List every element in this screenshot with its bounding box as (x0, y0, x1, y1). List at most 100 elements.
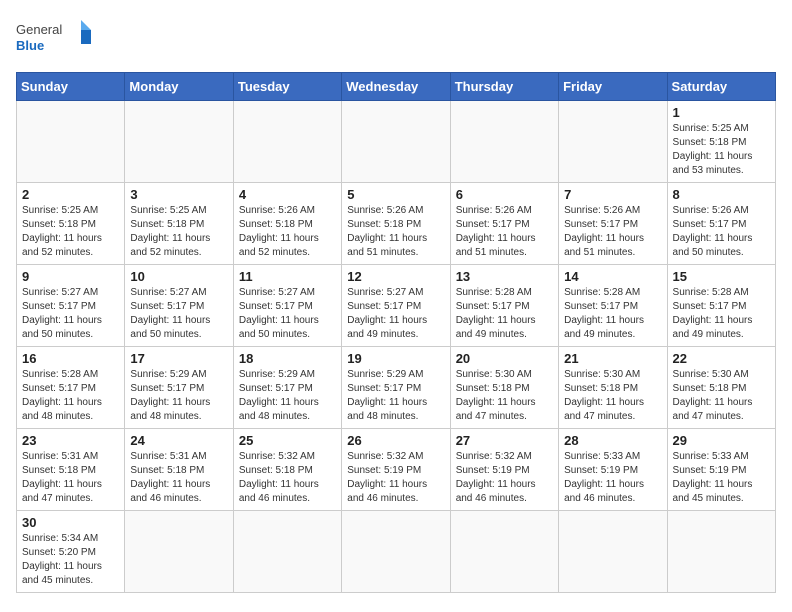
calendar-cell: 20 Sunrise: 5:30 AMSunset: 5:18 PMDayligh… (450, 347, 558, 429)
day-info: Sunrise: 5:26 AMSunset: 5:17 PMDaylight:… (456, 204, 553, 260)
day-number: 11 (239, 269, 336, 284)
day-of-week-friday: Friday (559, 73, 667, 101)
day-number: 5 (347, 187, 444, 202)
calendar-cell (125, 101, 233, 183)
day-of-week-thursday: Thursday (450, 73, 558, 101)
calendar-cell: 11Sunrise: 5:27 AMSunset: 5:17 PMDayligh… (233, 265, 341, 347)
logo-svg: General Blue (16, 16, 96, 60)
calendar-week-row: 23 Sunrise: 5:31 AMSunset: 5:18 PMDayligh… (17, 429, 776, 511)
svg-text:General: General (16, 22, 62, 37)
calendar-cell (559, 511, 667, 593)
day-number: 29 (673, 433, 770, 448)
calendar-cell: 14 Sunrise: 5:28 AMSunset: 5:17 PMDayligh… (559, 265, 667, 347)
day-number: 17 (130, 351, 227, 366)
day-info: Sunrise: 5:31 AMSunset: 5:18 PMDaylight:… (22, 450, 119, 506)
calendar-cell: 2Sunrise: 5:25 AMSunset: 5:18 PMDaylight… (17, 183, 125, 265)
day-info: Sunrise: 5:33 AMSunset: 5:19 PMDaylight:… (673, 450, 770, 506)
calendar-cell (450, 101, 558, 183)
calendar-header-row: SundayMondayTuesdayWednesdayThursdayFrid… (17, 73, 776, 101)
day-of-week-saturday: Saturday (667, 73, 775, 101)
calendar-cell: 21Sunrise: 5:30 AMSunset: 5:18 PMDayligh… (559, 347, 667, 429)
calendar-cell: 17 Sunrise: 5:29 AMSunset: 5:17 PMDayligh… (125, 347, 233, 429)
day-info: Sunrise: 5:28 AMSunset: 5:17 PMDaylight:… (456, 286, 553, 342)
calendar-cell: 25 Sunrise: 5:32 AMSunset: 5:18 PMDayligh… (233, 429, 341, 511)
calendar-cell (125, 511, 233, 593)
day-info: Sunrise: 5:26 AMSunset: 5:17 PMDaylight:… (673, 204, 770, 260)
calendar-cell: 18 Sunrise: 5:29 AMSunset: 5:17 PMDayligh… (233, 347, 341, 429)
day-number: 4 (239, 187, 336, 202)
calendar-cell: 27 Sunrise: 5:32 AMSunset: 5:19 PMDayligh… (450, 429, 558, 511)
day-number: 3 (130, 187, 227, 202)
day-number: 30 (22, 515, 119, 530)
day-info: Sunrise: 5:27 AMSunset: 5:17 PMDaylight:… (347, 286, 444, 342)
day-number: 22 (673, 351, 770, 366)
day-of-week-wednesday: Wednesday (342, 73, 450, 101)
calendar-cell: 30 Sunrise: 5:34 AMSunset: 5:20 PMDayligh… (17, 511, 125, 593)
calendar-cell: 26 Sunrise: 5:32 AMSunset: 5:19 PMDayligh… (342, 429, 450, 511)
day-number: 9 (22, 269, 119, 284)
calendar-week-row: 1 Sunrise: 5:25 AMSunset: 5:18 PMDaylight… (17, 101, 776, 183)
day-number: 27 (456, 433, 553, 448)
day-info: Sunrise: 5:32 AMSunset: 5:19 PMDaylight:… (347, 450, 444, 506)
calendar-week-row: 16 Sunrise: 5:28 AMSunset: 5:17 PMDayligh… (17, 347, 776, 429)
calendar-cell: 12 Sunrise: 5:27 AMSunset: 5:17 PMDayligh… (342, 265, 450, 347)
day-number: 7 (564, 187, 661, 202)
day-of-week-tuesday: Tuesday (233, 73, 341, 101)
day-info: Sunrise: 5:28 AMSunset: 5:17 PMDaylight:… (22, 368, 119, 424)
day-number: 13 (456, 269, 553, 284)
day-info: Sunrise: 5:30 AMSunset: 5:18 PMDaylight:… (456, 368, 553, 424)
day-number: 19 (347, 351, 444, 366)
calendar-table: SundayMondayTuesdayWednesdayThursdayFrid… (16, 72, 776, 593)
day-info: Sunrise: 5:33 AMSunset: 5:19 PMDaylight:… (564, 450, 661, 506)
day-number: 28 (564, 433, 661, 448)
day-info: Sunrise: 5:32 AMSunset: 5:19 PMDaylight:… (456, 450, 553, 506)
day-number: 25 (239, 433, 336, 448)
day-number: 23 (22, 433, 119, 448)
day-info: Sunrise: 5:32 AMSunset: 5:18 PMDaylight:… (239, 450, 336, 506)
day-info: Sunrise: 5:26 AMSunset: 5:18 PMDaylight:… (347, 204, 444, 260)
day-info: Sunrise: 5:29 AMSunset: 5:17 PMDaylight:… (130, 368, 227, 424)
day-number: 20 (456, 351, 553, 366)
calendar-cell: 3Sunrise: 5:25 AMSunset: 5:18 PMDaylight… (125, 183, 233, 265)
day-info: Sunrise: 5:29 AMSunset: 5:17 PMDaylight:… (239, 368, 336, 424)
day-info: Sunrise: 5:25 AMSunset: 5:18 PMDaylight:… (22, 204, 119, 260)
day-number: 18 (239, 351, 336, 366)
day-info: Sunrise: 5:28 AMSunset: 5:17 PMDaylight:… (564, 286, 661, 342)
day-number: 15 (673, 269, 770, 284)
calendar-cell: 1 Sunrise: 5:25 AMSunset: 5:18 PMDaylight… (667, 101, 775, 183)
calendar-cell (233, 511, 341, 593)
day-number: 16 (22, 351, 119, 366)
day-info: Sunrise: 5:27 AMSunset: 5:17 PMDaylight:… (130, 286, 227, 342)
day-number: 14 (564, 269, 661, 284)
calendar-cell: 13 Sunrise: 5:28 AMSunset: 5:17 PMDayligh… (450, 265, 558, 347)
day-info: Sunrise: 5:28 AMSunset: 5:17 PMDaylight:… (673, 286, 770, 342)
calendar-cell (559, 101, 667, 183)
header: General Blue (16, 16, 776, 60)
logo: General Blue (16, 16, 96, 60)
calendar-cell (342, 101, 450, 183)
calendar-cell: 9Sunrise: 5:27 AMSunset: 5:17 PMDaylight… (17, 265, 125, 347)
calendar-week-row: 9 Sunrise: 5:27 AMSunset: 5:17 PMDaylight… (17, 265, 776, 347)
day-info: Sunrise: 5:25 AMSunset: 5:18 PMDaylight:… (673, 122, 770, 178)
calendar-cell: 24Sunrise: 5:31 AMSunset: 5:18 PMDayligh… (125, 429, 233, 511)
day-info: Sunrise: 5:30 AMSunset: 5:18 PMDaylight:… (673, 368, 770, 424)
day-number: 6 (456, 187, 553, 202)
calendar-cell: 10Sunrise: 5:27 AMSunset: 5:17 PMDayligh… (125, 265, 233, 347)
day-number: 12 (347, 269, 444, 284)
day-number: 21 (564, 351, 661, 366)
calendar-week-row: 2Sunrise: 5:25 AMSunset: 5:18 PMDaylight… (17, 183, 776, 265)
day-info: Sunrise: 5:26 AMSunset: 5:17 PMDaylight:… (564, 204, 661, 260)
day-number: 1 (673, 105, 770, 120)
day-info: Sunrise: 5:34 AMSunset: 5:20 PMDaylight:… (22, 532, 119, 588)
calendar-cell (450, 511, 558, 593)
day-number: 26 (347, 433, 444, 448)
calendar-cell (667, 511, 775, 593)
svg-text:Blue: Blue (16, 38, 44, 53)
calendar-cell: 8Sunrise: 5:26 AMSunset: 5:17 PMDaylight… (667, 183, 775, 265)
day-info: Sunrise: 5:31 AMSunset: 5:18 PMDaylight:… (130, 450, 227, 506)
calendar-cell: 7 Sunrise: 5:26 AMSunset: 5:17 PMDaylight… (559, 183, 667, 265)
calendar-cell (17, 101, 125, 183)
calendar-cell: 16 Sunrise: 5:28 AMSunset: 5:17 PMDayligh… (17, 347, 125, 429)
calendar-cell: 23 Sunrise: 5:31 AMSunset: 5:18 PMDayligh… (17, 429, 125, 511)
calendar-cell (342, 511, 450, 593)
